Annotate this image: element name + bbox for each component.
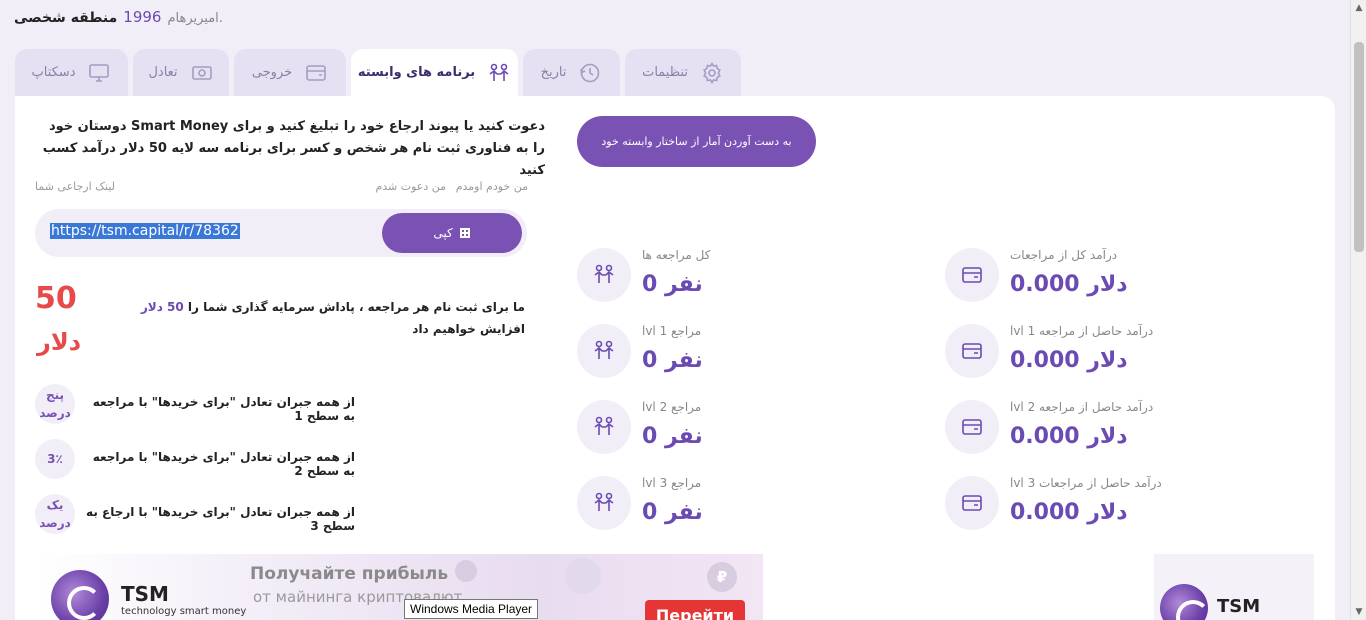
level-badge: پنج درصد bbox=[35, 384, 75, 424]
level-badge: یک درصد bbox=[35, 494, 75, 534]
tsm-brand: TSM bbox=[1217, 596, 1261, 617]
who-invited-link[interactable]: من دعوت شدم bbox=[375, 180, 446, 193]
ad-go-button[interactable]: Перейти bbox=[645, 600, 745, 620]
scroll-down-arrow-icon[interactable]: ▼ bbox=[1351, 604, 1366, 620]
user-line: منطقه شخصی 1996 امیریرهام. bbox=[14, 8, 223, 26]
coin-icon bbox=[565, 558, 601, 594]
bonus-description: ما برای ثبت نام هر مراجعه ، پاداش سرمایه… bbox=[105, 296, 525, 340]
ad-banner-left[interactable]: TSM technology smart money Получайте при… bbox=[35, 554, 763, 620]
bonus-text-post: افزایش خواهیم داد bbox=[412, 322, 525, 336]
wallet-icon bbox=[945, 248, 999, 302]
bonus-text-highlight: 50 دلار bbox=[140, 300, 184, 314]
tab-label: تنظیمات bbox=[642, 65, 688, 80]
ruble-coin-icon: ₽ bbox=[707, 562, 737, 592]
tsm-logo bbox=[51, 570, 109, 620]
users-icon bbox=[577, 324, 631, 378]
stat-value: نفر 0 bbox=[642, 424, 703, 449]
page-scrollbar[interactable]: ▲ ▼ bbox=[1350, 0, 1366, 620]
tab-history[interactable]: تاریخ bbox=[523, 49, 620, 96]
copy-label: کپی bbox=[433, 226, 453, 240]
user-id: 1996 bbox=[123, 8, 162, 26]
tsm-subtitle: technology smart money bbox=[121, 606, 247, 617]
stat-label: lvl 2 مراجع bbox=[642, 400, 702, 414]
self-came-link[interactable]: من خودم اومدم bbox=[456, 180, 528, 193]
stat-label: lvl 1 مراجع bbox=[642, 324, 702, 338]
level-3-row: یک درصد از همه جبران تعادل "برای خریدها"… bbox=[35, 494, 355, 534]
history-icon bbox=[580, 63, 600, 82]
wallet-icon bbox=[306, 64, 326, 81]
gear-icon bbox=[703, 61, 721, 84]
username: امیریرهام. bbox=[167, 11, 223, 26]
stat-label: lvl 3 مراجع bbox=[642, 476, 702, 490]
stat-value: نفر 0 bbox=[642, 500, 703, 525]
stat-value: دلار 0.000 bbox=[1010, 424, 1128, 449]
copy-icon bbox=[459, 228, 470, 238]
tab-label: تعادل bbox=[148, 65, 178, 80]
tsm-brand: TSM bbox=[121, 582, 169, 606]
users-icon bbox=[577, 476, 631, 530]
level-2-row: 3٪ از همه جبران تعادل "برای خریدها" با م… bbox=[35, 439, 355, 479]
taskbar-tooltip: Windows Media Player bbox=[404, 599, 539, 619]
level-1-row: پنج درصد از همه جبران تعادل "برای خریدها… bbox=[35, 384, 355, 424]
referral-link-box: https://tsm.capital/r/78362 کپی bbox=[35, 209, 527, 257]
wallet-icon bbox=[945, 324, 999, 378]
personal-area-label: منطقه شخصی bbox=[14, 10, 118, 26]
wallet-icon bbox=[945, 476, 999, 530]
stat-label: درآمد کل از مراجعات bbox=[1010, 248, 1118, 262]
tab-desktop[interactable]: دسکتاپ bbox=[15, 49, 128, 96]
users-icon bbox=[489, 63, 509, 81]
get-affiliate-stats-button[interactable]: به دست آوردن آمار از ساختار وابسته خود bbox=[577, 116, 816, 167]
stat-value: دلار 0.000 bbox=[1010, 500, 1128, 525]
tab-label: دسکتاپ bbox=[31, 65, 76, 80]
coin-icon bbox=[455, 560, 477, 582]
stat-value: نفر 0 bbox=[642, 348, 703, 373]
desktop-icon bbox=[89, 63, 110, 82]
ad-headline: Получайте прибыль bbox=[250, 564, 449, 584]
stat-value: دلار 0.000 bbox=[1010, 348, 1128, 373]
users-icon bbox=[577, 400, 631, 454]
ref-link-label: لینک ارجاعی شما bbox=[35, 180, 116, 193]
stat-value: نفر 0 bbox=[642, 272, 703, 297]
stat-label: lvl 3 درآمد حاصل از مراجعات bbox=[1010, 476, 1162, 490]
bonus-value: 50 bbox=[35, 281, 77, 316]
stat-label: lvl 1 درآمد حاصل از مراجعه bbox=[1010, 324, 1154, 338]
stat-label: کل مراجعه ها bbox=[642, 248, 711, 262]
wallet-icon bbox=[945, 400, 999, 454]
scroll-up-arrow-icon[interactable]: ▲ bbox=[1351, 0, 1366, 16]
stat-value: دلار 0.000 bbox=[1010, 272, 1128, 297]
level-text: از همه جبران تعادل "برای خریدها" با مراج… bbox=[92, 450, 355, 478]
users-icon bbox=[577, 248, 631, 302]
money-icon bbox=[191, 65, 212, 80]
bonus-text-pre: ما برای ثبت نام هر مراجعه ، پاداش سرمایه… bbox=[187, 300, 525, 314]
tab-withdrawal[interactable]: خروجی bbox=[234, 49, 346, 96]
ad-banner-right[interactable]: TSM bbox=[1154, 554, 1314, 620]
level-text: از همه جبران تعادل "برای خریدها" با مراج… bbox=[92, 395, 355, 423]
tab-bar: دسکتاپ تعادل خروجی برنامه های وابسته تار… bbox=[15, 49, 741, 96]
tab-label: برنامه های وابسته bbox=[357, 65, 476, 80]
tsm-logo bbox=[1160, 584, 1210, 620]
tab-affiliate[interactable]: برنامه های وابسته bbox=[351, 49, 518, 96]
bonus-unit: دلار bbox=[37, 328, 82, 356]
tab-label: تاریخ bbox=[540, 65, 567, 80]
copy-button[interactable]: کپی bbox=[382, 213, 522, 253]
stat-label: lvl 2 درآمد حاصل از مراجعه bbox=[1010, 400, 1154, 414]
scroll-thumb[interactable] bbox=[1354, 42, 1364, 252]
level-text: از همه جبران تعادل "برای خریدها" با ارجا… bbox=[86, 505, 355, 533]
tab-balance[interactable]: تعادل bbox=[133, 49, 229, 96]
affiliate-panel: دعوت کنید یا پیوند ارجاع خود را تبلیغ کن… bbox=[15, 96, 1335, 620]
invite-description: دعوت کنید یا پیوند ارجاع خود را تبلیغ کن… bbox=[42, 119, 545, 178]
level-badge: 3٪ bbox=[35, 439, 75, 479]
tab-label: خروجی bbox=[251, 65, 293, 80]
referral-link-text[interactable]: https://tsm.capital/r/78362 bbox=[50, 223, 240, 239]
tab-settings[interactable]: تنظیمات bbox=[625, 49, 741, 96]
